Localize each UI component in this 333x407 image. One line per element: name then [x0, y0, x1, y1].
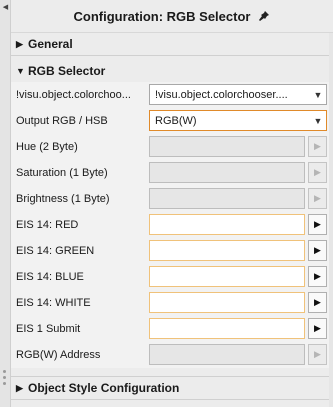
- row-object: !visu.object.colorchoo... !visu.object.c…: [11, 82, 329, 108]
- brightness-select-button: ▶: [308, 188, 327, 209]
- green-select-button[interactable]: ▶: [308, 240, 327, 261]
- saturation-field: [149, 162, 305, 183]
- section-style-label: Object Style Configuration: [28, 381, 180, 395]
- saturation-select-button: ▶: [308, 162, 327, 183]
- white-select-button[interactable]: ▶: [308, 292, 327, 313]
- row-blue: EIS 14: BLUE ▶: [11, 264, 329, 290]
- object-select-value: !visu.object.colorchooser....: [155, 88, 288, 101]
- green-label: EIS 14: GREEN: [16, 245, 95, 257]
- blue-select-button[interactable]: ▶: [308, 266, 327, 287]
- output-select[interactable]: RGB(W) ▼: [149, 110, 327, 131]
- resize-grip[interactable]: [3, 370, 7, 385]
- configuration-panel: ▶ General ▼ RGB Selector !visu.object.co…: [11, 33, 329, 407]
- saturation-label: Saturation (1 Byte): [16, 167, 108, 179]
- blue-field[interactable]: [149, 266, 305, 287]
- brightness-label: Brightness (1 Byte): [16, 193, 110, 205]
- chevron-down-icon: ▼: [313, 89, 323, 100]
- expand-arrow-icon: ▶: [16, 38, 23, 49]
- row-address: RGB(W) Address ▶: [11, 342, 329, 368]
- divider: [11, 399, 329, 400]
- submit-label: EIS 1 Submit: [16, 323, 81, 335]
- row-red: EIS 14: RED ▶: [11, 212, 329, 238]
- submit-select-button[interactable]: ▶: [308, 318, 327, 339]
- blue-label: EIS 14: BLUE: [16, 271, 84, 283]
- output-select-value: RGB(W): [155, 114, 197, 127]
- left-dock-strip: ◀: [0, 0, 11, 407]
- panel-title: Configuration: RGB Selector: [73, 8, 251, 24]
- rgb-selector-rows: !visu.object.colorchoo... !visu.object.c…: [11, 82, 329, 368]
- row-hue: Hue (2 Byte) ▶: [11, 134, 329, 160]
- green-field[interactable]: [149, 240, 305, 261]
- output-label: Output RGB / HSB: [16, 115, 108, 127]
- white-label: EIS 14: WHITE: [16, 297, 91, 309]
- row-green: EIS 14: GREEN ▶: [11, 238, 329, 264]
- red-select-button[interactable]: ▶: [308, 214, 327, 235]
- row-white: EIS 14: WHITE ▶: [11, 290, 329, 316]
- section-general[interactable]: ▶ General: [11, 33, 329, 55]
- pin-icon[interactable]: [258, 10, 270, 22]
- address-select-button: ▶: [308, 344, 327, 365]
- object-label: !visu.object.colorchoo...: [16, 89, 131, 101]
- row-output: Output RGB / HSB RGB(W) ▼: [11, 108, 329, 134]
- brightness-field: [149, 188, 305, 209]
- chevron-down-icon: ▼: [313, 115, 323, 126]
- section-rgb-label: RGB Selector: [28, 64, 106, 78]
- divider: [11, 55, 329, 56]
- submit-field[interactable]: [149, 318, 305, 339]
- hue-label: Hue (2 Byte): [16, 141, 78, 153]
- white-field[interactable]: [149, 292, 305, 313]
- row-saturation: Saturation (1 Byte) ▶: [11, 160, 329, 186]
- expand-arrow-icon: ▶: [16, 382, 23, 393]
- collapse-left-icon[interactable]: ◀: [2, 4, 9, 12]
- row-submit: EIS 1 Submit ▶: [11, 316, 329, 342]
- red-label: EIS 14: RED: [16, 219, 79, 231]
- section-object-style[interactable]: ▶ Object Style Configuration: [11, 377, 329, 399]
- collapse-arrow-icon: ▼: [16, 66, 25, 76]
- hue-select-button: ▶: [308, 136, 327, 157]
- red-field[interactable]: [149, 214, 305, 235]
- section-rgb-selector[interactable]: ▼ RGB Selector: [11, 60, 329, 82]
- row-brightness: Brightness (1 Byte) ▶: [11, 186, 329, 212]
- section-general-label: General: [28, 37, 73, 51]
- address-label: RGB(W) Address: [16, 349, 101, 361]
- vertical-scrollbar[interactable]: [329, 33, 333, 407]
- address-field: [149, 344, 305, 365]
- panel-title-bar: Configuration: RGB Selector: [11, 0, 333, 33]
- object-select[interactable]: !visu.object.colorchooser.... ▼: [149, 84, 327, 105]
- hue-field: [149, 136, 305, 157]
